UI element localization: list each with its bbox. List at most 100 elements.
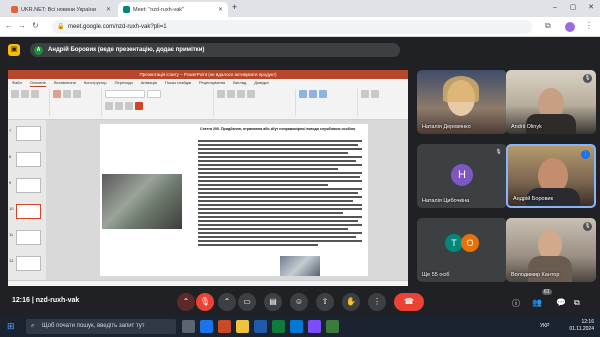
camera-options-button[interactable]: ⌃ bbox=[218, 293, 236, 311]
participant-tile[interactable]: 🎙 Володимир Кантор bbox=[506, 218, 596, 282]
align-left-icon[interactable] bbox=[237, 90, 245, 98]
url-field[interactable]: 🔒 meet.google.com/nzd-ruxh-vak?pli=1 bbox=[52, 20, 532, 34]
shapes-icon[interactable] bbox=[299, 90, 307, 98]
ribbon-tab[interactable]: Довідка bbox=[254, 79, 268, 87]
ribbon-tab[interactable]: Вставлення bbox=[54, 79, 76, 87]
participant-tile[interactable]: Наталія Деревянко bbox=[417, 70, 507, 134]
browser-tab-meet[interactable]: Meet: "nzd-ruxh-vak" ✕ bbox=[118, 2, 228, 17]
replace-icon[interactable] bbox=[371, 90, 379, 98]
ribbon-group-font bbox=[104, 89, 214, 116]
ribbon-tab[interactable]: Основне bbox=[29, 79, 46, 87]
taskbar-search-box[interactable]: ⌕ Щоб почати пошук, введіть запит тут bbox=[26, 319, 176, 334]
close-window-button[interactable]: ✕ bbox=[582, 0, 600, 17]
chrome-icon[interactable] bbox=[200, 320, 213, 333]
ribbon-tab[interactable]: Показ слайдів bbox=[165, 79, 191, 87]
close-tab-icon[interactable]: ✕ bbox=[106, 6, 111, 13]
app-icon[interactable] bbox=[326, 320, 339, 333]
reactions-button[interactable]: ☺ bbox=[290, 293, 308, 311]
mic-toggle-button[interactable]: 🎙 bbox=[196, 293, 214, 311]
people-icon[interactable]: 👥 bbox=[532, 298, 542, 307]
ppt-ribbon-tabs: Файл Основне Вставлення Конструктор Пере… bbox=[8, 79, 408, 87]
info-icon[interactable]: ⓘ bbox=[512, 298, 520, 309]
windows-taskbar: ⊞ ⌕ Щоб почати пошук, введіть запит тут … bbox=[0, 316, 600, 337]
arrange-icon[interactable] bbox=[309, 90, 317, 98]
numbering-icon[interactable] bbox=[227, 90, 235, 98]
ppt-status-bar bbox=[8, 280, 408, 286]
end-call-button[interactable]: ☎ bbox=[394, 293, 424, 311]
search-placeholder: Щоб почати пошук, введіть запит тут bbox=[42, 323, 145, 329]
more-participants-tile[interactable]: Т О Ще 55 осіб bbox=[417, 218, 507, 282]
participants-count-badge: 61 bbox=[542, 289, 552, 295]
paste-icon[interactable] bbox=[11, 90, 19, 98]
ukrnet-favicon-icon bbox=[11, 6, 18, 13]
edge-icon[interactable] bbox=[290, 320, 303, 333]
ribbon-tab[interactable]: Конструктор bbox=[84, 79, 107, 87]
slide-thumbnail[interactable] bbox=[16, 256, 41, 271]
cut-icon[interactable] bbox=[21, 90, 29, 98]
excel-icon[interactable] bbox=[272, 320, 285, 333]
extensions-icon[interactable]: ⧉ bbox=[545, 21, 551, 31]
maximize-button[interactable]: ▢ bbox=[564, 0, 582, 17]
mic-options-button[interactable]: ⌃ bbox=[177, 293, 195, 311]
new-tab-button[interactable]: + bbox=[232, 2, 237, 12]
font-size-select[interactable] bbox=[147, 90, 161, 98]
bold-icon[interactable] bbox=[105, 102, 113, 110]
italic-icon[interactable] bbox=[115, 102, 123, 110]
activities-icon[interactable]: ⧉ bbox=[574, 298, 580, 308]
more-options-button[interactable]: ⋮ bbox=[368, 293, 386, 311]
bullets-icon[interactable] bbox=[217, 90, 225, 98]
language-indicator[interactable]: УКР bbox=[540, 323, 549, 329]
minimize-button[interactable]: – bbox=[546, 0, 564, 17]
participant-tile[interactable]: Н 🎙 Наталія Цибочкіна bbox=[417, 144, 507, 208]
font-select[interactable] bbox=[105, 90, 145, 98]
ribbon-tab[interactable]: Файл bbox=[12, 79, 22, 87]
chat-icon[interactable]: 💬 bbox=[556, 298, 566, 307]
new-slide-icon[interactable] bbox=[53, 90, 61, 98]
slide-thumbnail[interactable] bbox=[16, 230, 41, 245]
browser-tab-strip: UKR.NET: Всі новини України ✕ Meet: "nzd… bbox=[0, 0, 600, 17]
ribbon-tab[interactable]: Вигляд bbox=[233, 79, 246, 87]
section-icon[interactable] bbox=[73, 90, 81, 98]
word-icon[interactable] bbox=[254, 320, 267, 333]
camera-toggle-button[interactable]: ▭ bbox=[238, 293, 256, 311]
presenter-avatar: А bbox=[34, 45, 43, 55]
profile-avatar[interactable] bbox=[565, 22, 575, 32]
slide-editing-area: Стаття 200. Придбання, отримання або збу… bbox=[46, 120, 408, 286]
participant-tile-active-speaker[interactable]: ⋮ Андрій Боровик bbox=[506, 144, 596, 208]
font-color-icon[interactable] bbox=[135, 102, 143, 110]
layout-icon[interactable] bbox=[63, 90, 71, 98]
raise-hand-button[interactable]: ✋ bbox=[342, 293, 360, 311]
captions-button[interactable]: ▤ bbox=[264, 293, 282, 311]
file-explorer-icon[interactable] bbox=[236, 320, 249, 333]
close-tab-icon[interactable]: ✕ bbox=[218, 6, 223, 13]
underline-icon[interactable] bbox=[125, 102, 133, 110]
ribbon-tab[interactable]: Анімація bbox=[141, 79, 157, 87]
browser-tab-ukrnet[interactable]: UKR.NET: Всі новини України ✕ bbox=[6, 2, 116, 17]
participant-name: Володимир Кантор bbox=[511, 272, 560, 278]
find-icon[interactable] bbox=[361, 90, 369, 98]
ribbon-tab[interactable]: Рецензування bbox=[199, 79, 225, 87]
slide-thumbnail-selected[interactable] bbox=[16, 204, 41, 219]
slide-thumbnail[interactable] bbox=[16, 152, 41, 167]
windows-start-icon[interactable]: ⊞ bbox=[7, 321, 15, 332]
participant-shoulders bbox=[528, 256, 572, 282]
forward-icon[interactable]: → bbox=[18, 21, 26, 30]
presenting-icon[interactable]: ▣ bbox=[8, 44, 20, 56]
mic-off-icon: 🎙 bbox=[494, 148, 503, 157]
ribbon-tab[interactable]: Переходи bbox=[115, 79, 133, 87]
viber-icon[interactable] bbox=[308, 320, 321, 333]
present-button[interactable]: ⇧ bbox=[316, 293, 334, 311]
menu-dots-icon[interactable]: ⋮ bbox=[585, 21, 593, 30]
slide-thumbnail[interactable] bbox=[16, 178, 41, 193]
slide-thumbnail[interactable] bbox=[16, 126, 41, 141]
powerpoint-icon[interactable] bbox=[218, 320, 231, 333]
current-slide[interactable]: Стаття 200. Придбання, отримання або збу… bbox=[100, 124, 368, 276]
taskbar-clock[interactable]: 12:16 01.11.2024 bbox=[569, 319, 594, 333]
task-view-icon[interactable] bbox=[182, 320, 195, 333]
quick-styles-icon[interactable] bbox=[319, 90, 327, 98]
back-icon[interactable]: ← bbox=[5, 21, 13, 30]
reload-icon[interactable]: ↻ bbox=[32, 21, 39, 30]
participant-tile[interactable]: 🎙 Andrii Olinyk bbox=[506, 70, 596, 134]
align-center-icon[interactable] bbox=[247, 90, 255, 98]
copy-icon[interactable] bbox=[31, 90, 39, 98]
